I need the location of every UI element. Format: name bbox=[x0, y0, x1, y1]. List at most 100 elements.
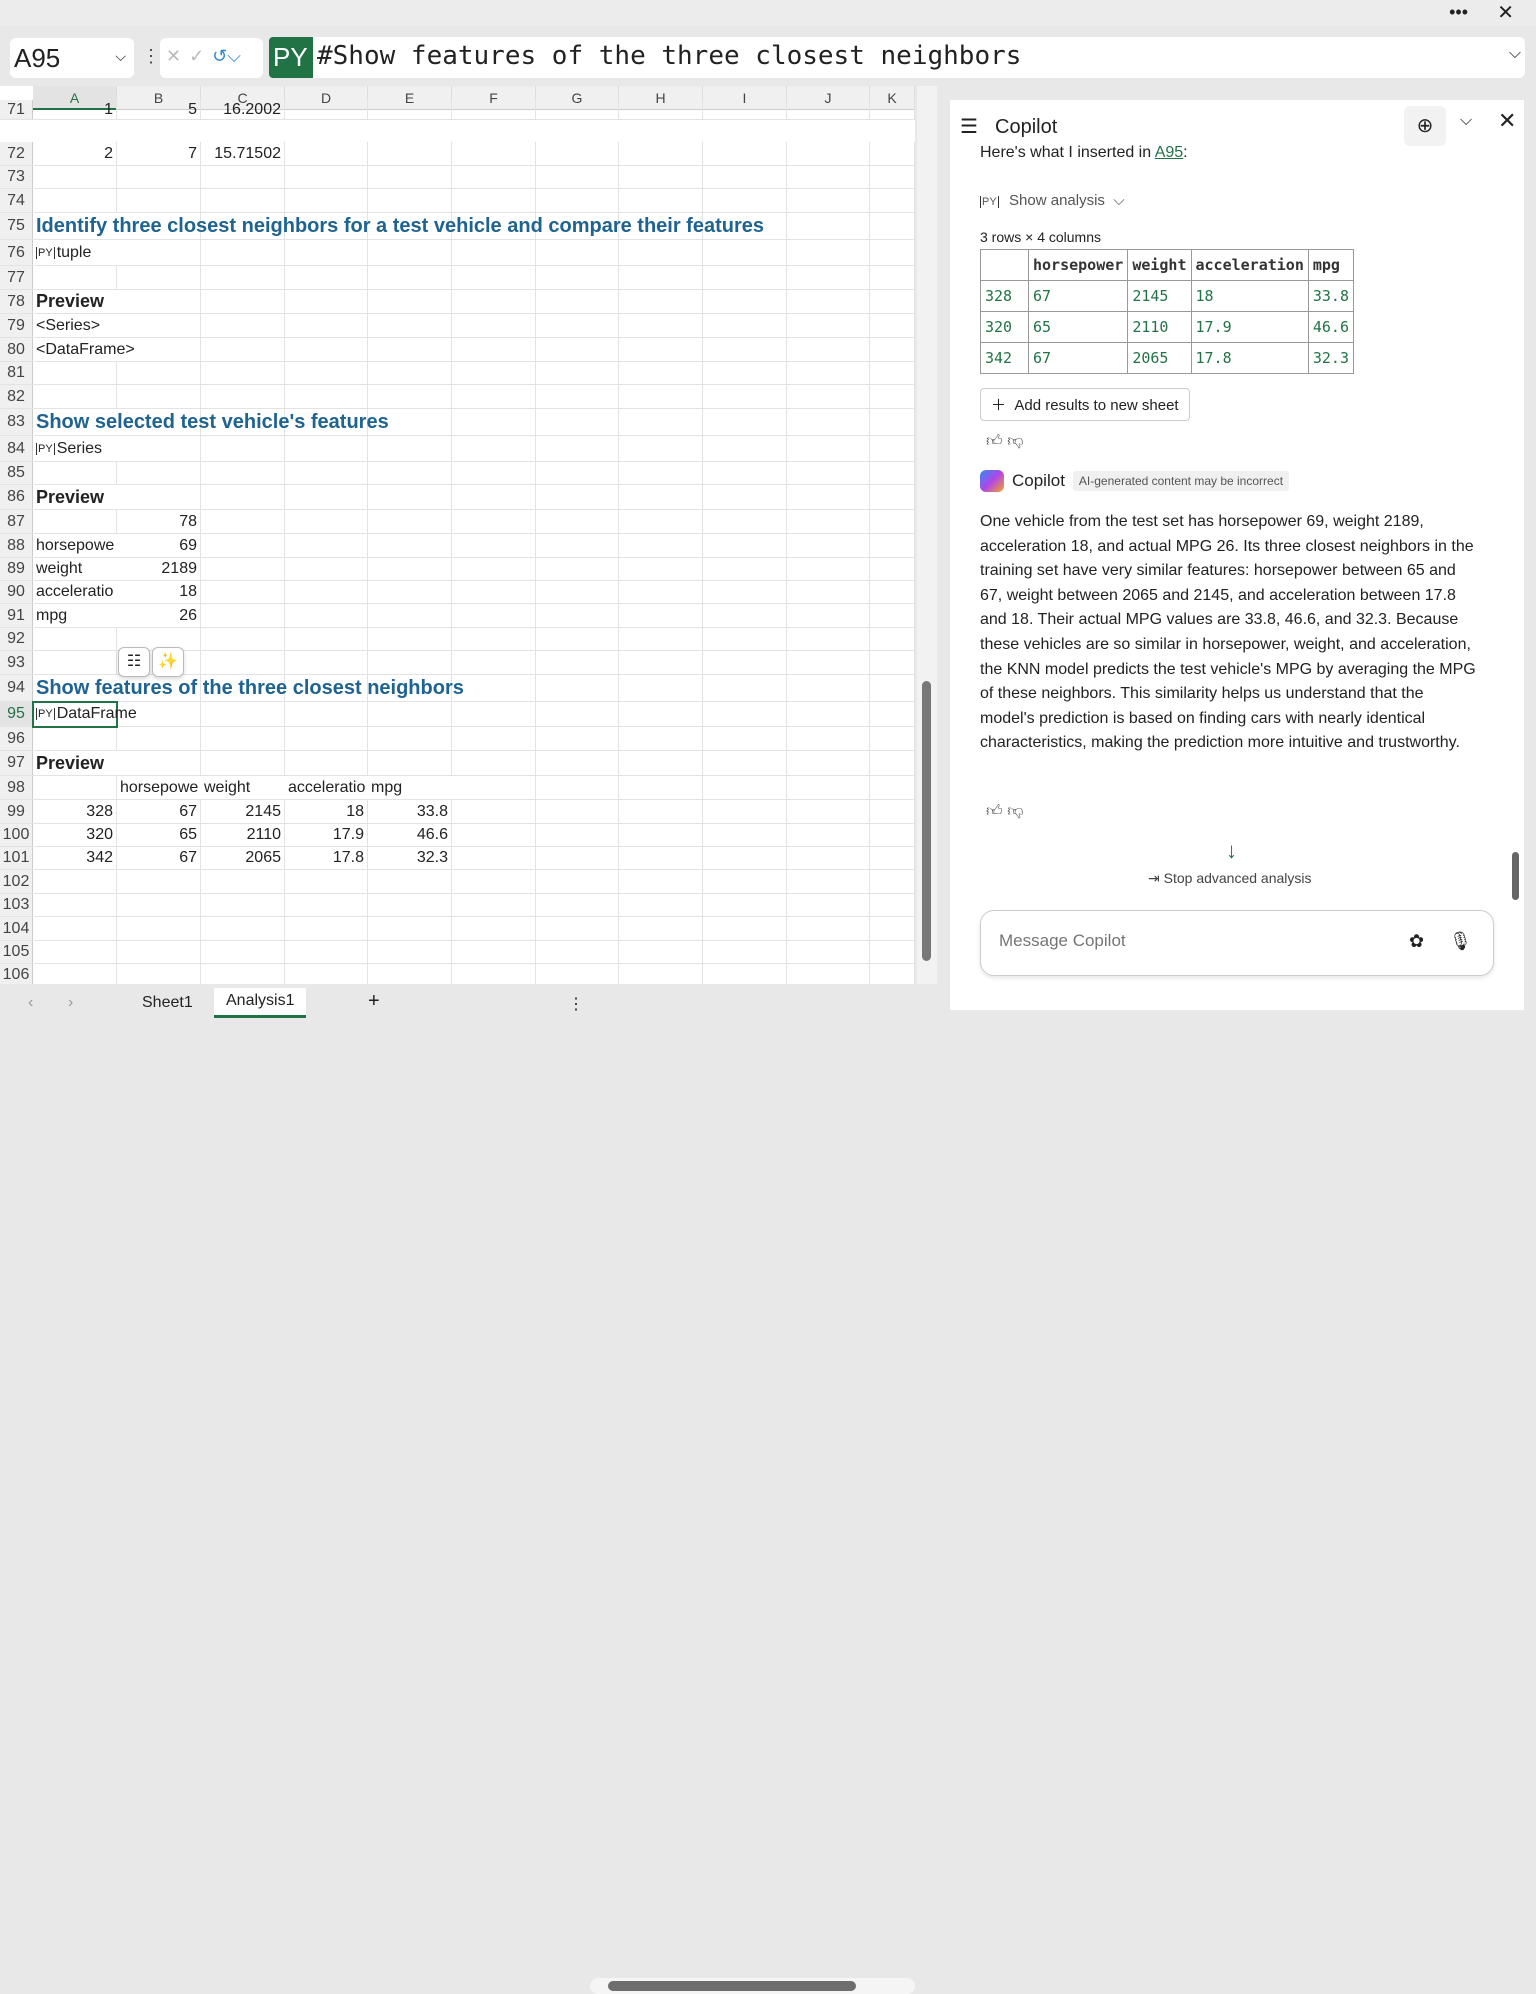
cell-H78[interactable] bbox=[619, 290, 703, 313]
row-header[interactable]: 100 bbox=[0, 824, 33, 846]
cell-E104[interactable] bbox=[368, 917, 452, 940]
cell-F100[interactable] bbox=[452, 824, 536, 846]
microphone-icon[interactable]: 🎙︎ bbox=[1449, 931, 1472, 952]
cell-A103[interactable] bbox=[33, 894, 117, 916]
scrollbar-thumb[interactable] bbox=[608, 1981, 856, 1991]
cell-I72[interactable] bbox=[703, 142, 787, 165]
close-panel-button[interactable]: ✕ bbox=[1498, 108, 1516, 134]
cell-F98[interactable] bbox=[452, 776, 536, 799]
cell-I83[interactable] bbox=[703, 409, 787, 435]
cell-D98[interactable]: acceleratio bbox=[285, 776, 368, 799]
cell-K84[interactable] bbox=[870, 436, 915, 461]
cell-C93[interactable] bbox=[201, 651, 285, 674]
cell-K105[interactable] bbox=[870, 941, 915, 963]
insert-data-icon[interactable]: ☷ bbox=[118, 647, 150, 677]
cell-C86[interactable] bbox=[201, 485, 285, 509]
cell-H103[interactable] bbox=[619, 894, 703, 916]
cell-J72[interactable] bbox=[787, 142, 870, 165]
cell-E74[interactable] bbox=[368, 189, 452, 212]
cell-H97[interactable] bbox=[619, 751, 703, 775]
cell-C79[interactable] bbox=[201, 314, 285, 337]
cell-C71[interactable]: 16.2002 bbox=[201, 100, 285, 119]
row-header[interactable]: 101 bbox=[0, 847, 33, 869]
cell-I86[interactable] bbox=[703, 485, 787, 509]
cell-J105[interactable] bbox=[787, 941, 870, 963]
thumbs-down-icon[interactable]: 👎︎ bbox=[1007, 803, 1023, 820]
cell-F90[interactable] bbox=[452, 581, 536, 603]
cell-C98[interactable]: weight bbox=[201, 776, 285, 799]
cell-H94[interactable] bbox=[619, 675, 703, 701]
cell-K91[interactable] bbox=[870, 604, 915, 627]
cell-J84[interactable] bbox=[787, 436, 870, 461]
row-header[interactable]: 92 bbox=[0, 628, 33, 650]
cell-F106[interactable] bbox=[452, 964, 536, 984]
cell-J100[interactable] bbox=[787, 824, 870, 846]
row-header[interactable]: 81 bbox=[0, 362, 33, 384]
cell-H95[interactable] bbox=[619, 702, 703, 726]
cell-A91[interactable]: mpg bbox=[33, 604, 117, 627]
cell-A90[interactable]: acceleratio bbox=[33, 581, 117, 603]
cell-J99[interactable] bbox=[787, 800, 870, 823]
row-header[interactable]: 76 bbox=[0, 240, 33, 265]
cell-K76[interactable] bbox=[870, 240, 915, 265]
cell-C104[interactable] bbox=[201, 917, 285, 940]
cell-G76[interactable] bbox=[536, 240, 619, 265]
cell-G96[interactable] bbox=[536, 727, 619, 750]
cell-A85[interactable] bbox=[33, 462, 117, 484]
cell-D90[interactable] bbox=[285, 581, 368, 603]
cell-G85[interactable] bbox=[536, 462, 619, 484]
cell-F93[interactable] bbox=[452, 651, 536, 674]
python-badge[interactable]: PY bbox=[269, 37, 313, 78]
cell-link[interactable]: A95 bbox=[1155, 144, 1183, 161]
cell-H100[interactable] bbox=[619, 824, 703, 846]
cell-F95[interactable] bbox=[452, 702, 536, 726]
cell-F89[interactable] bbox=[452, 558, 536, 580]
cell-B88[interactable]: 69 bbox=[117, 534, 201, 557]
cell-E92[interactable] bbox=[368, 628, 452, 650]
cell-H80[interactable] bbox=[619, 338, 703, 361]
row-header[interactable]: 104 bbox=[0, 917, 33, 940]
cell-F102[interactable] bbox=[452, 870, 536, 893]
cell-D103[interactable] bbox=[285, 894, 368, 916]
cell-G84[interactable] bbox=[536, 436, 619, 461]
cell-I73[interactable] bbox=[703, 166, 787, 188]
cell-H83[interactable] bbox=[619, 409, 703, 435]
cell-C90[interactable] bbox=[201, 581, 285, 603]
cell-E93[interactable] bbox=[368, 651, 452, 674]
cell-B89[interactable]: 2189 bbox=[117, 558, 201, 580]
cell-D102[interactable] bbox=[285, 870, 368, 893]
cell-C78[interactable] bbox=[201, 290, 285, 313]
cell-I92[interactable] bbox=[703, 628, 787, 650]
cell-I95[interactable] bbox=[703, 702, 787, 726]
cell-I90[interactable] bbox=[703, 581, 787, 603]
cell-D87[interactable] bbox=[285, 510, 368, 533]
cell-K75[interactable] bbox=[870, 213, 915, 239]
cell-A95[interactable]: PY DataFrame bbox=[33, 702, 137, 726]
cell-C80[interactable] bbox=[201, 338, 285, 361]
next-sheet-button[interactable]: › bbox=[56, 990, 85, 1020]
cell-B105[interactable] bbox=[117, 941, 201, 963]
cell-D80[interactable] bbox=[285, 338, 368, 361]
cell-J88[interactable] bbox=[787, 534, 870, 557]
cell-E71[interactable] bbox=[368, 100, 452, 119]
cell-D104[interactable] bbox=[285, 917, 368, 940]
row-header[interactable]: 73 bbox=[0, 166, 33, 188]
cell-E72[interactable] bbox=[368, 142, 452, 165]
cell-D81[interactable] bbox=[285, 362, 368, 384]
cell-D100[interactable]: 17.9 bbox=[285, 824, 368, 846]
cell-G89[interactable] bbox=[536, 558, 619, 580]
row-header[interactable]: 89 bbox=[0, 558, 33, 580]
cell-K97[interactable] bbox=[870, 751, 915, 775]
cell-H92[interactable] bbox=[619, 628, 703, 650]
cell-G80[interactable] bbox=[536, 338, 619, 361]
add-results-button[interactable]: ＋ Add results to new sheet bbox=[980, 388, 1190, 421]
cell-C77[interactable] bbox=[201, 266, 285, 289]
cell-K93[interactable] bbox=[870, 651, 915, 674]
cell-A97[interactable]: Preview bbox=[33, 751, 117, 775]
cell-H73[interactable] bbox=[619, 166, 703, 188]
cell-D105[interactable] bbox=[285, 941, 368, 963]
cell-B72[interactable]: 7 bbox=[117, 142, 201, 165]
cell-J103[interactable] bbox=[787, 894, 870, 916]
cell-I96[interactable] bbox=[703, 727, 787, 750]
cell-F74[interactable] bbox=[452, 189, 536, 212]
